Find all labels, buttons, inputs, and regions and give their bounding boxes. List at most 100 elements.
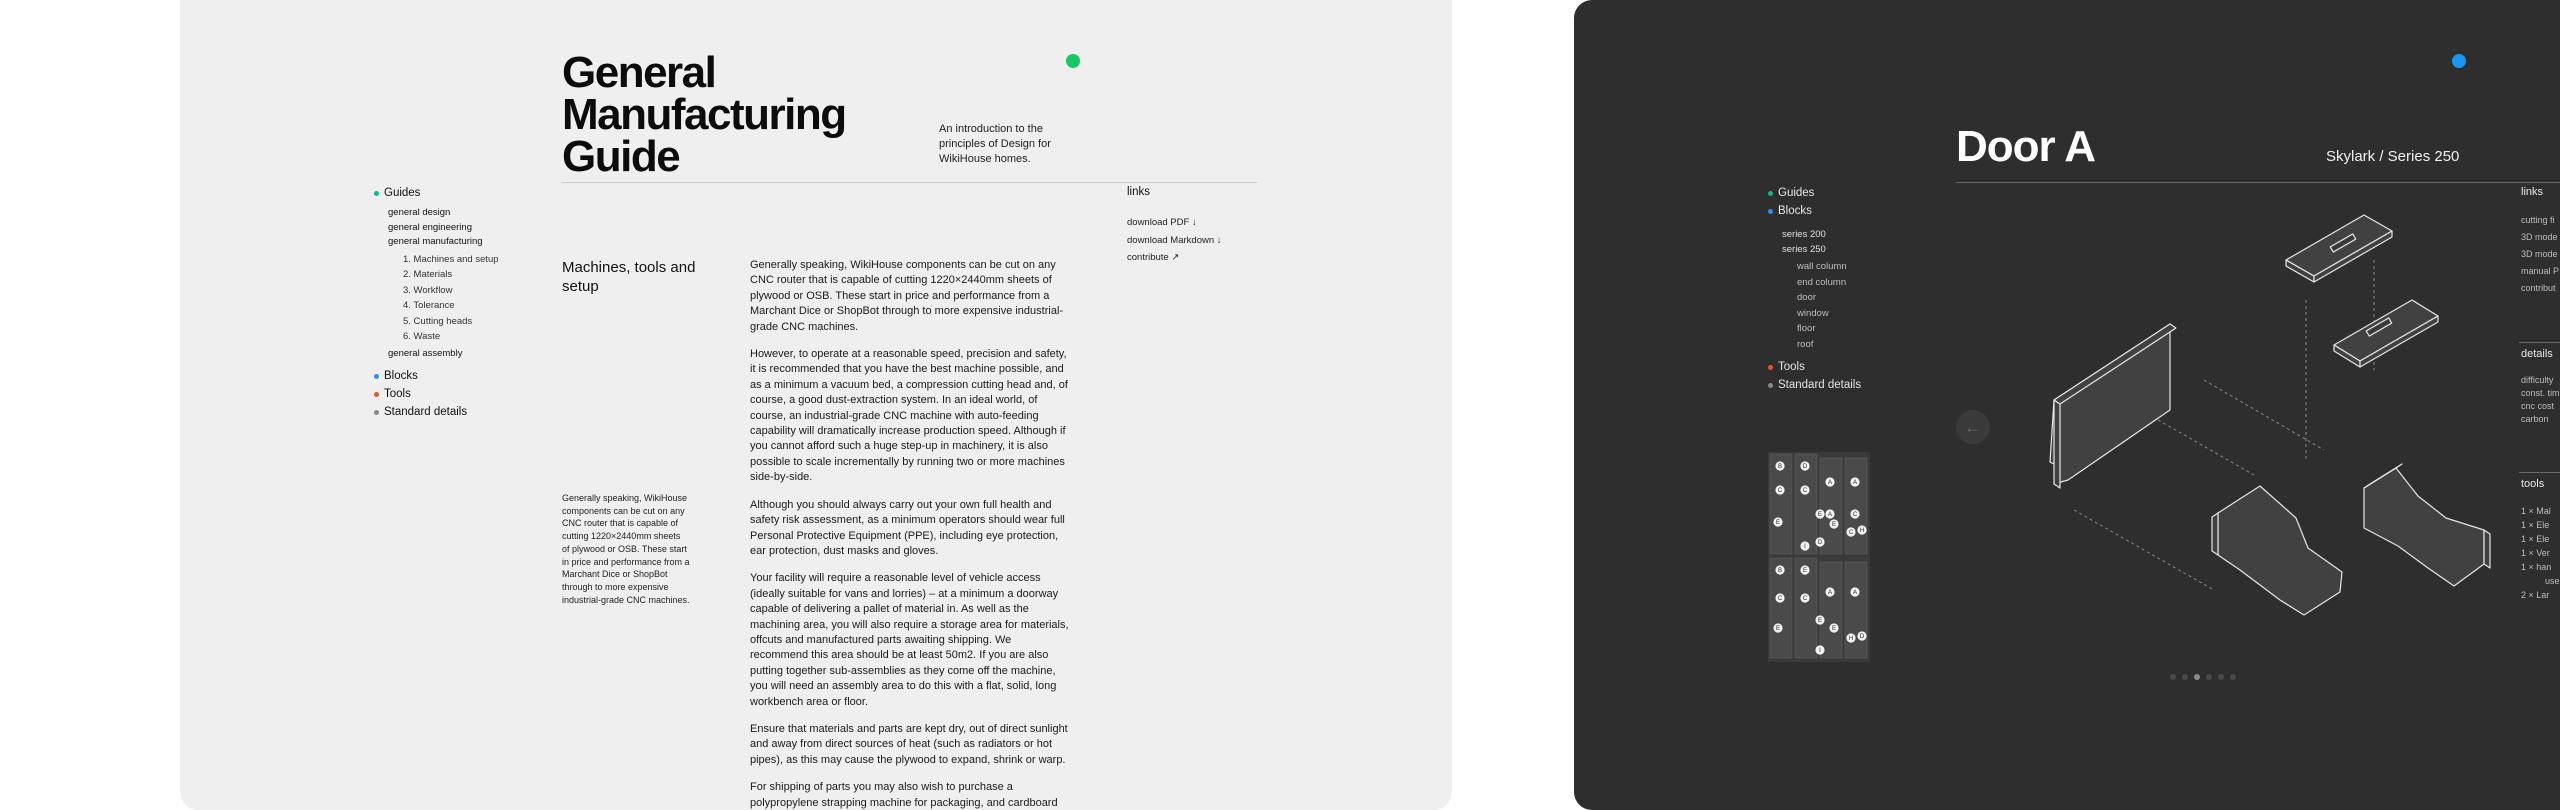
nav-section-standard-details[interactable]: Standard details xyxy=(1768,376,1918,394)
nav-item-general-manufacturing[interactable]: general manufacturing xyxy=(388,235,524,250)
tool-item: 1 × Mal xyxy=(2521,506,2551,516)
paragraph: Generally speaking, WikiHouse components… xyxy=(750,259,1064,333)
intro-text: An introduction to the principles of Des… xyxy=(939,123,1051,165)
nav-section-label: Guides xyxy=(384,187,421,199)
tool-item-continued: use xyxy=(2545,576,2560,586)
detail-difficulty: difficulty xyxy=(2521,375,2554,385)
bullet-icon xyxy=(1768,208,1773,214)
links-heading: links xyxy=(2521,186,2544,198)
contribute-link[interactable]: contribut xyxy=(2521,280,2559,297)
download-pdf-link[interactable]: download PDF ↓ xyxy=(1127,214,1222,232)
part-label: D xyxy=(1803,464,1808,470)
part-label: H xyxy=(1860,528,1864,534)
part-label: E xyxy=(1832,522,1836,528)
title-line-3: Guide xyxy=(562,132,681,181)
block-page: Door A Skylark / Series 250 Guides Block… xyxy=(1574,0,2560,810)
part-label: C xyxy=(1803,596,1808,602)
paragraph: Ensure that materials and parts are kept… xyxy=(750,722,1068,766)
bullet-icon xyxy=(1768,364,1773,370)
pager-dot[interactable] xyxy=(2170,674,2176,680)
part-label: E xyxy=(1803,568,1807,574)
nav-item-end-column[interactable]: end column xyxy=(1797,275,1918,291)
part-label: C xyxy=(1778,488,1783,494)
part-label: A xyxy=(1828,480,1832,486)
part-label: C xyxy=(1803,488,1808,494)
details-heading: details xyxy=(2521,348,2553,360)
download-markdown-link[interactable]: download Markdown ↓ xyxy=(1127,232,1222,250)
nav-item-floor[interactable]: floor xyxy=(1797,321,1918,337)
part-label: E xyxy=(1776,626,1780,632)
nav-section-label: Standard details xyxy=(1778,379,1862,391)
part-label: A xyxy=(1828,590,1832,596)
nav-step-5[interactable]: 5. Cutting heads xyxy=(403,314,524,330)
nav-item-series-200[interactable]: series 200 xyxy=(1782,228,1918,243)
detail-carbon: carbon xyxy=(2521,414,2549,424)
part-label: D xyxy=(1818,540,1823,546)
carousel-pager[interactable] xyxy=(2170,674,2236,680)
bullet-icon xyxy=(374,190,379,196)
nav-section-tools[interactable]: Tools xyxy=(374,385,524,403)
part-label: C xyxy=(1849,530,1854,536)
3d-model-link[interactable]: 3D mode xyxy=(2521,246,2559,263)
pager-dot[interactable] xyxy=(2230,674,2236,680)
exploded-door-drawing xyxy=(2049,214,2491,616)
nav-step-4[interactable]: 4. Tolerance xyxy=(403,298,524,314)
tool-item: 1 × Ver xyxy=(2521,548,2550,558)
pager-dot[interactable] xyxy=(2182,674,2188,680)
3d-model-link[interactable]: 3D mode xyxy=(2521,229,2559,246)
bullet-icon xyxy=(374,373,379,379)
part-label: E xyxy=(1818,512,1822,518)
paragraph: For shipping of parts you may also wish … xyxy=(750,781,1058,809)
cutting-files-link[interactable]: cutting fi xyxy=(2521,212,2559,229)
part-label: A xyxy=(1828,512,1832,518)
nav-section-label: Guides xyxy=(1778,187,1815,199)
nav-item-general-assembly[interactable]: general assembly xyxy=(388,347,524,362)
nav-item-general-design[interactable]: general design xyxy=(388,206,524,221)
nav-section-guides[interactable]: Guides xyxy=(1768,184,1918,202)
part-label: C xyxy=(1778,596,1783,602)
nav-section-label: Tools xyxy=(1778,361,1805,373)
nav-step-2[interactable]: 2. Materials xyxy=(403,267,524,283)
prev-arrow-icon[interactable]: ← xyxy=(1956,410,1990,444)
part-label: B xyxy=(1778,568,1782,574)
nav-step-6[interactable]: 6. Waste xyxy=(403,329,524,345)
series-label: Skylark / Series 250 xyxy=(2326,148,2460,165)
nav-section-blocks[interactable]: Blocks xyxy=(374,367,524,385)
tool-item: 1 × han xyxy=(2521,562,2552,572)
nav-item-series-250[interactable]: series 250 xyxy=(1782,243,1918,258)
title-line-1: General xyxy=(562,48,717,97)
part-label: C xyxy=(1853,512,1858,518)
nav-step-1[interactable]: 1. Machines and setup xyxy=(403,252,524,268)
manual-link[interactable]: manual P xyxy=(2521,263,2559,280)
contribute-link[interactable]: contribute ↗ xyxy=(1127,249,1222,267)
section-heading: Machines, tools and setup xyxy=(562,259,696,295)
nav-section-blocks[interactable]: Blocks xyxy=(1768,202,1918,220)
pager-dot[interactable] xyxy=(2218,674,2224,680)
nav-item-wall-column[interactable]: wall column xyxy=(1797,259,1918,275)
nav-section-tools[interactable]: Tools xyxy=(1768,358,1918,376)
page-title: Door A xyxy=(1956,122,2096,171)
pager-dot-active[interactable] xyxy=(2194,674,2200,680)
side-note: Generally speaking, WikiHouse components… xyxy=(562,493,690,605)
bullet-icon xyxy=(1768,382,1773,388)
pager-dot[interactable] xyxy=(2206,674,2212,680)
part-label: E xyxy=(1776,520,1780,526)
article-body: Generally speaking, WikiHouse components… xyxy=(750,258,1072,810)
nav-item-door[interactable]: door xyxy=(1797,290,1918,306)
nav-step-3[interactable]: 3. Workflow xyxy=(403,283,524,299)
nav-item-window[interactable]: window xyxy=(1797,306,1918,322)
nav-section-guides[interactable]: Guides xyxy=(374,184,524,202)
nav-section-label: Tools xyxy=(384,388,411,400)
links-list: cutting fi 3D mode 3D mode manual P cont… xyxy=(2521,212,2559,297)
cutting-sheet-thumbnail[interactable]: B DA AC CA CEEEC HDIB EA AC CEEEH DI xyxy=(1768,452,1870,662)
links-list: download PDF ↓ download Markdown ↓ contr… xyxy=(1127,214,1222,267)
paragraph: However, to operate at a reasonable spee… xyxy=(750,348,1068,484)
page-title: General Manufacturing Guide xyxy=(562,48,847,181)
nav-item-general-engineering[interactable]: general engineering xyxy=(388,221,524,236)
bullet-icon xyxy=(374,409,379,415)
bullet-icon xyxy=(374,391,379,397)
nav-item-roof[interactable]: roof xyxy=(1797,337,1918,353)
title-line-2: Manufacturing xyxy=(562,90,847,139)
nav-section-standard-details[interactable]: Standard details xyxy=(374,403,524,421)
part-label: A xyxy=(1853,590,1857,596)
